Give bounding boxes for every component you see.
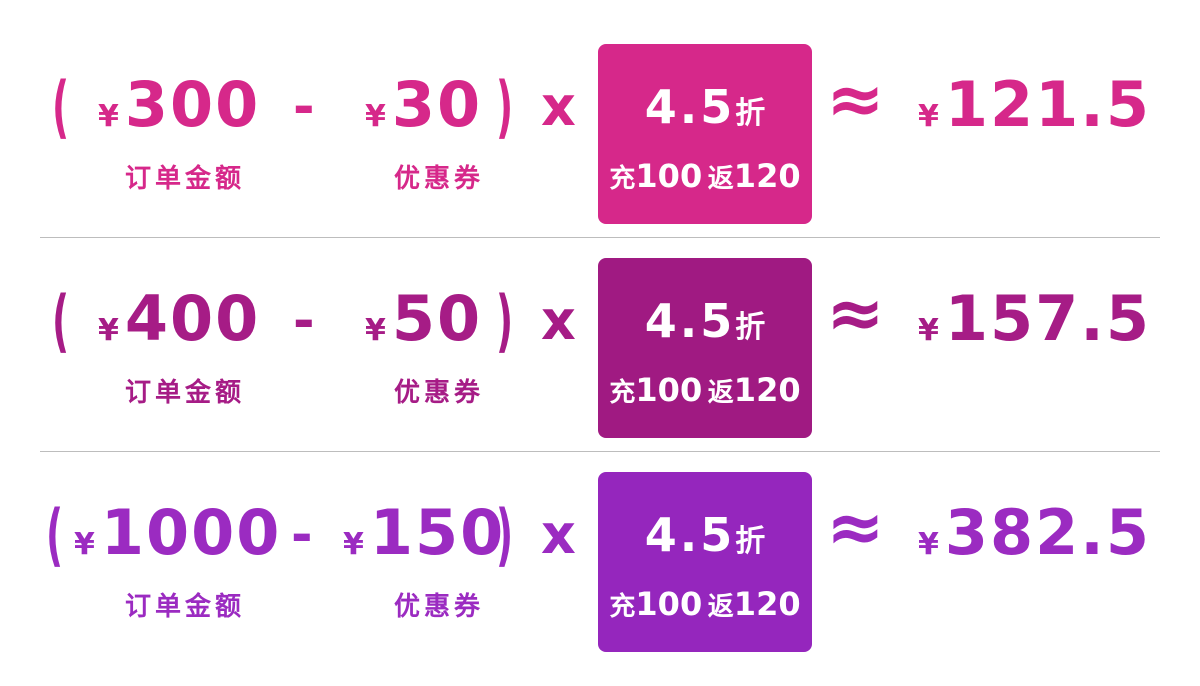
charge-amount: 100 — [635, 585, 703, 623]
yen-symbol: ¥ — [918, 527, 941, 562]
promo-box: 4.5折 充100 返120 — [598, 472, 812, 652]
formula-row-1: ( ¥300 - ¥30 ) x 4.5折 充100 返120 ≈ ¥121.5… — [0, 44, 1200, 258]
yen-symbol: ¥ — [74, 527, 97, 562]
result-amount: ¥157.5 — [918, 288, 1151, 350]
return-amount: 120 — [733, 585, 801, 623]
multiply-sign: x — [541, 289, 576, 352]
approx-sign: ≈ — [826, 272, 885, 354]
order-amount-label: 订单金额 — [125, 164, 246, 194]
result-amount: ¥121.5 — [918, 74, 1151, 136]
recharge-offer: 充100 返120 — [598, 588, 812, 620]
coupon-label: 优惠券 — [394, 164, 485, 194]
discount-value: 4.5 — [644, 294, 736, 348]
discount-unit: 折 — [735, 310, 766, 345]
open-paren: ( — [52, 68, 70, 147]
charge-amount: 100 — [635, 157, 703, 195]
formula-row-2: ( ¥400 - ¥50 ) x 4.5折 充100 返120 ≈ ¥157.5… — [0, 258, 1200, 472]
minus-sign: - — [293, 77, 315, 137]
return-amount: 120 — [733, 371, 801, 409]
promo-box: 4.5折 充100 返120 — [598, 44, 812, 224]
yen-symbol: ¥ — [343, 527, 366, 562]
order-amount: ¥1000 — [74, 502, 281, 564]
minus-sign: - — [293, 291, 315, 351]
open-paren: ( — [46, 496, 64, 575]
close-paren: ) — [496, 496, 514, 575]
yen-symbol: ¥ — [365, 313, 388, 348]
coupon-amount: ¥30 — [365, 74, 482, 136]
discount: 4.5折 — [598, 298, 812, 344]
return-label: 返 — [707, 164, 734, 194]
charge-label: 充 — [609, 592, 636, 622]
return-amount: 120 — [733, 157, 801, 195]
coupon-amount-value: 30 — [391, 68, 483, 141]
order-amount-value: 1000 — [100, 496, 282, 569]
order-amount-value: 400 — [124, 282, 261, 355]
return-label: 返 — [707, 592, 734, 622]
discount-value: 4.5 — [644, 80, 736, 134]
discount-unit: 折 — [735, 524, 766, 559]
promo-box: 4.5折 充100 返120 — [598, 258, 812, 438]
coupon-label: 优惠券 — [394, 378, 485, 408]
yen-symbol: ¥ — [98, 99, 121, 134]
discount: 4.5折 — [598, 84, 812, 130]
charge-amount: 100 — [635, 371, 703, 409]
order-amount: ¥400 — [98, 288, 260, 350]
multiply-sign: x — [541, 503, 576, 566]
charge-label: 充 — [609, 378, 636, 408]
coupon-amount: ¥50 — [365, 288, 482, 350]
formula-row-3: ( ¥1000 - ¥150 ) x 4.5折 充100 返120 ≈ ¥382… — [0, 472, 1200, 686]
order-amount-label: 订单金额 — [125, 592, 246, 622]
row-divider — [40, 237, 1160, 238]
result-amount-value: 157.5 — [944, 282, 1151, 355]
result-amount: ¥382.5 — [918, 502, 1151, 564]
return-label: 返 — [707, 378, 734, 408]
result-amount-value: 382.5 — [944, 496, 1151, 569]
minus-sign: - — [291, 505, 313, 565]
order-amount: ¥300 — [98, 74, 260, 136]
charge-label: 充 — [609, 164, 636, 194]
discount-unit: 折 — [735, 96, 766, 131]
order-amount-value: 300 — [124, 68, 261, 141]
coupon-amount-value: 150 — [369, 496, 506, 569]
approx-sign: ≈ — [826, 58, 885, 140]
approx-sign: ≈ — [826, 486, 885, 568]
discount-value: 4.5 — [644, 508, 736, 562]
discount: 4.5折 — [598, 512, 812, 558]
recharge-offer: 充100 返120 — [598, 374, 812, 406]
yen-symbol: ¥ — [918, 99, 941, 134]
open-paren: ( — [52, 282, 70, 361]
coupon-label: 优惠券 — [394, 592, 485, 622]
row-divider — [40, 451, 1160, 452]
coupon-amount: ¥150 — [343, 502, 505, 564]
recharge-offer: 充100 返120 — [598, 160, 812, 192]
yen-symbol: ¥ — [918, 313, 941, 348]
yen-symbol: ¥ — [98, 313, 121, 348]
close-paren: ) — [496, 68, 514, 147]
yen-symbol: ¥ — [365, 99, 388, 134]
result-amount-value: 121.5 — [944, 68, 1151, 141]
coupon-amount-value: 50 — [391, 282, 483, 355]
close-paren: ) — [496, 282, 514, 361]
multiply-sign: x — [541, 75, 576, 138]
order-amount-label: 订单金额 — [125, 378, 246, 408]
